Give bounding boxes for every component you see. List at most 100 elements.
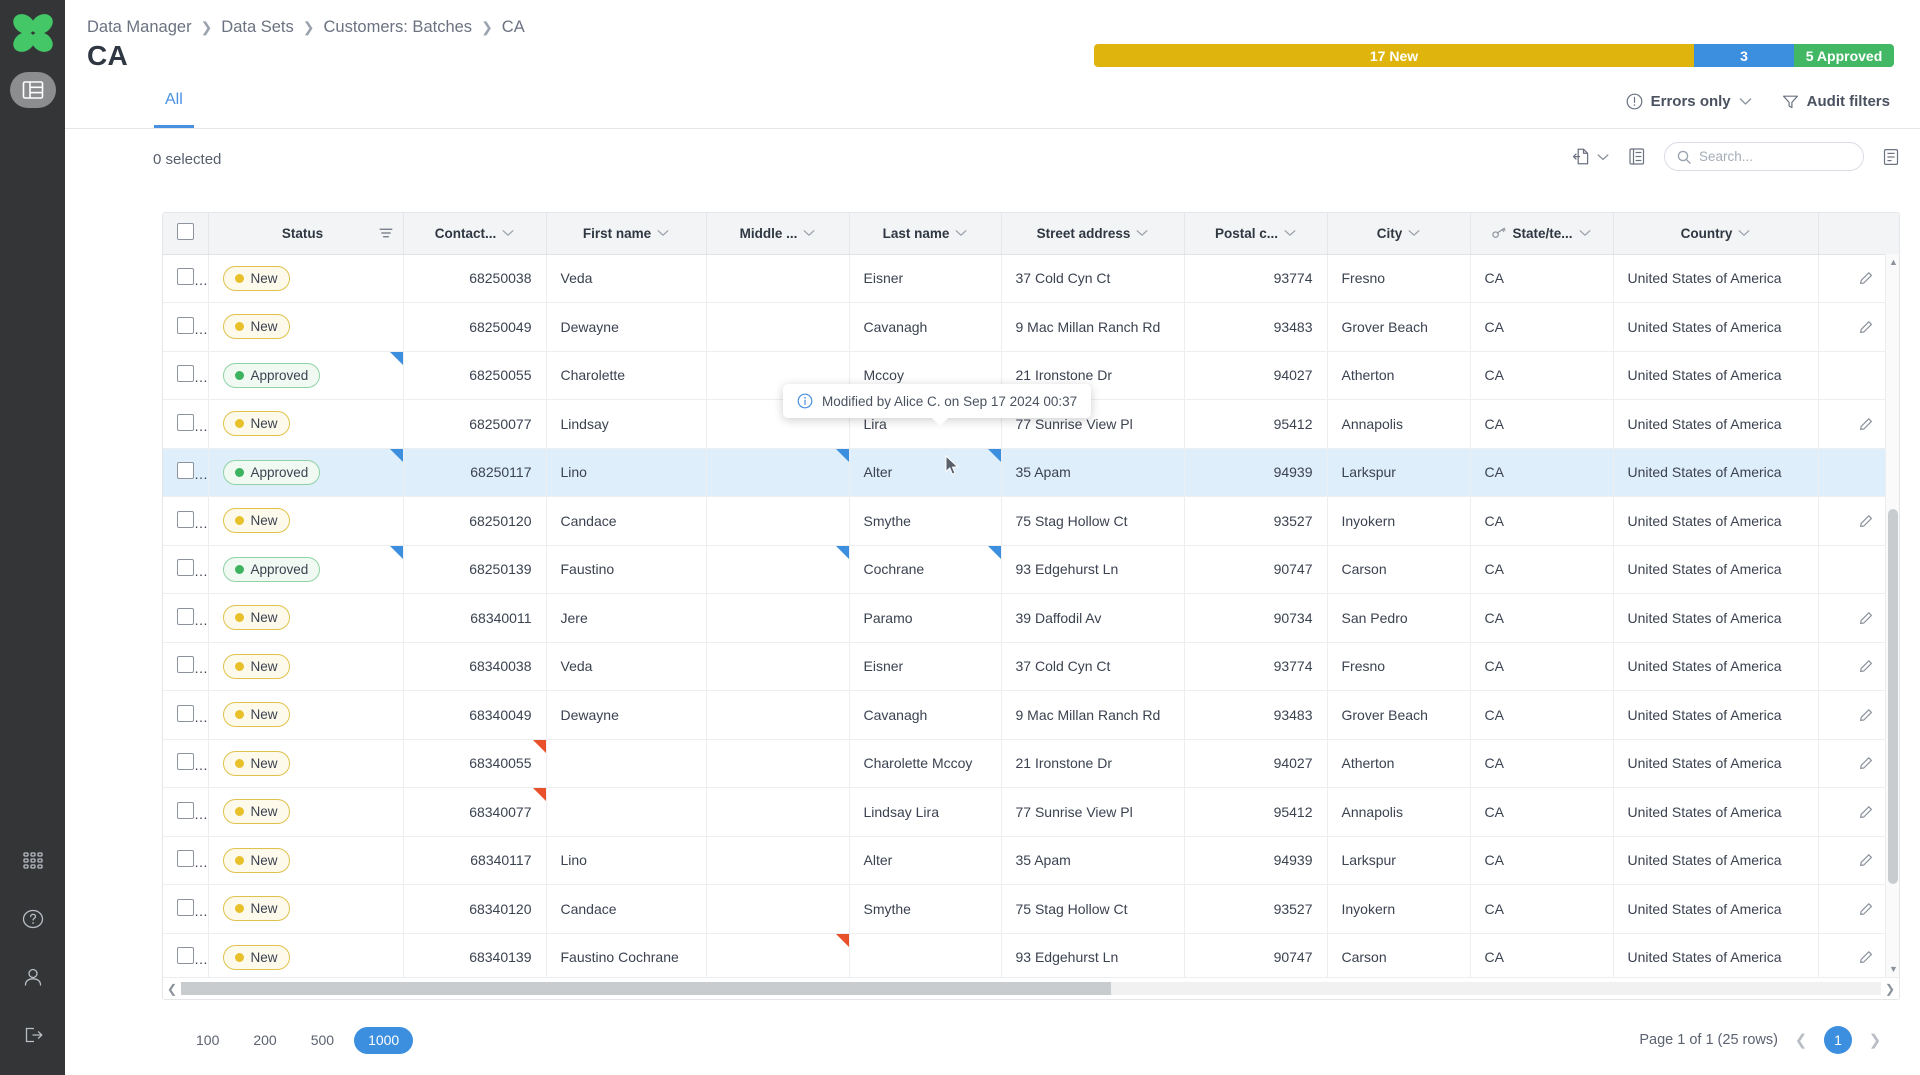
edit-row-button[interactable]: [1858, 852, 1874, 868]
cell-country[interactable]: United States of America: [1613, 545, 1818, 594]
cell-middle_name[interactable]: [706, 448, 849, 497]
cell-state[interactable]: CA: [1470, 885, 1613, 934]
column-header-city[interactable]: City: [1327, 213, 1470, 254]
scroll-right-icon[interactable]: ❯: [1881, 982, 1899, 996]
export-button[interactable]: [1572, 147, 1609, 166]
cell-street[interactable]: 35 Apam: [1001, 836, 1184, 885]
row-checkbox[interactable]: [177, 753, 194, 770]
cell-last_name[interactable]: Charolette Mccoy: [849, 739, 1001, 788]
cell-contact[interactable]: 68340139: [403, 933, 546, 982]
tab-all[interactable]: All: [165, 88, 183, 128]
cell-city[interactable]: Grover Beach: [1327, 691, 1470, 740]
cell-middle_name[interactable]: [706, 739, 849, 788]
row-checkbox[interactable]: [177, 947, 194, 964]
cell-city[interactable]: Carson: [1327, 545, 1470, 594]
search-input[interactable]: [1699, 149, 1844, 164]
cell-street[interactable]: 37 Cold Cyn Ct: [1001, 254, 1184, 303]
cell-contact[interactable]: 68250139: [403, 545, 546, 594]
sidebar-item-apps[interactable]: [10, 843, 56, 879]
row-checkbox-cell[interactable]: [163, 788, 208, 837]
cell-contact[interactable]: 68250120: [403, 497, 546, 546]
cell-first_name[interactable]: Dewayne: [546, 303, 706, 352]
cell-country[interactable]: United States of America: [1613, 788, 1818, 837]
cell-city[interactable]: Larkspur: [1327, 448, 1470, 497]
cell-first_name[interactable]: Candace: [546, 885, 706, 934]
cell-state[interactable]: CA: [1470, 545, 1613, 594]
status-cell[interactable]: New: [208, 400, 403, 449]
cell-middle_name[interactable]: [706, 836, 849, 885]
actions-header[interactable]: [1818, 213, 1900, 254]
cell-last_name[interactable]: Cavanagh: [849, 691, 1001, 740]
column-header-contact[interactable]: Contact...: [403, 213, 546, 254]
cell-first_name[interactable]: Faustino Cochrane: [546, 933, 706, 982]
cell-state[interactable]: CA: [1470, 448, 1613, 497]
cell-city[interactable]: Atherton: [1327, 739, 1470, 788]
table-row[interactable]: New68340139Faustino Cochrane93 Edgehurst…: [163, 933, 1900, 982]
row-checkbox[interactable]: [177, 705, 194, 722]
edit-row-button[interactable]: [1858, 755, 1874, 771]
cell-first_name[interactable]: [546, 739, 706, 788]
cell-country[interactable]: United States of America: [1613, 933, 1818, 982]
column-header-status[interactable]: Status: [208, 213, 403, 254]
row-checkbox[interactable]: [177, 608, 194, 625]
cell-postal[interactable]: 90747: [1184, 933, 1327, 982]
row-checkbox-cell[interactable]: [163, 594, 208, 643]
cell-state[interactable]: CA: [1470, 303, 1613, 352]
table-row[interactable]: New68340120CandaceSmythe75 Stag Hollow C…: [163, 885, 1900, 934]
cell-first_name[interactable]: Veda: [546, 254, 706, 303]
next-page-button[interactable]: ❯: [1868, 1031, 1882, 1049]
search-box[interactable]: [1664, 142, 1864, 171]
cell-postal[interactable]: 90734: [1184, 594, 1327, 643]
cell-postal[interactable]: 94939: [1184, 448, 1327, 497]
page-size-100[interactable]: 100: [182, 1027, 233, 1054]
cell-first_name[interactable]: [546, 788, 706, 837]
cell-street[interactable]: 75 Stag Hollow Ct: [1001, 497, 1184, 546]
row-checkbox[interactable]: [177, 511, 194, 528]
breadcrumb-item-0[interactable]: Data Manager: [87, 18, 192, 37]
cell-state[interactable]: CA: [1470, 642, 1613, 691]
cell-country[interactable]: United States of America: [1613, 303, 1818, 352]
cell-city[interactable]: Fresno: [1327, 642, 1470, 691]
cell-last_name[interactable]: Smythe: [849, 497, 1001, 546]
table-row[interactable]: New68250038VedaEisner37 Cold Cyn Ct93774…: [163, 254, 1900, 303]
sidebar-item-logout[interactable]: [10, 1017, 56, 1053]
cell-middle_name[interactable]: [706, 642, 849, 691]
breadcrumb-item-2[interactable]: Customers: Batches: [324, 18, 473, 37]
cell-postal[interactable]: 95412: [1184, 400, 1327, 449]
cell-last_name[interactable]: Cavanagh: [849, 303, 1001, 352]
table-row[interactable]: New68250049DewayneCavanagh9 Mac Millan R…: [163, 303, 1900, 352]
cell-last_name[interactable]: Eisner: [849, 254, 1001, 303]
breadcrumb-item-3[interactable]: CA: [502, 18, 525, 37]
row-checkbox[interactable]: [177, 365, 194, 382]
select-all-header[interactable]: [163, 213, 208, 254]
row-checkbox-cell[interactable]: [163, 933, 208, 982]
cell-postal[interactable]: 90747: [1184, 545, 1327, 594]
cell-country[interactable]: United States of America: [1613, 497, 1818, 546]
scroll-up-icon[interactable]: ▲: [1889, 257, 1898, 267]
cell-contact[interactable]: 68340049: [403, 691, 546, 740]
cell-first_name[interactable]: Lino: [546, 448, 706, 497]
status-cell[interactable]: Approved: [208, 448, 403, 497]
cell-city[interactable]: Annapolis: [1327, 400, 1470, 449]
cell-city[interactable]: Carson: [1327, 933, 1470, 982]
cell-country[interactable]: United States of America: [1613, 739, 1818, 788]
column-header-first_name[interactable]: First name: [546, 213, 706, 254]
cell-first_name[interactable]: Jere: [546, 594, 706, 643]
vertical-scroll-thumb[interactable]: [1888, 509, 1898, 884]
cell-street[interactable]: 35 Apam: [1001, 448, 1184, 497]
cell-contact[interactable]: 68340117: [403, 836, 546, 885]
row-checkbox[interactable]: [177, 414, 194, 431]
status-cell[interactable]: New: [208, 788, 403, 837]
horizontal-scroll-thumb[interactable]: [181, 982, 1111, 995]
cell-first_name[interactable]: Candace: [546, 497, 706, 546]
cell-state[interactable]: CA: [1470, 594, 1613, 643]
table-row[interactable]: Approved68250117LinoAlter35 Apam94939Lar…: [163, 448, 1900, 497]
sidebar-item-profile[interactable]: [10, 959, 56, 995]
cell-first_name[interactable]: Veda: [546, 642, 706, 691]
cell-first_name[interactable]: Dewayne: [546, 691, 706, 740]
cell-middle_name[interactable]: [706, 933, 849, 982]
status-cell[interactable]: New: [208, 594, 403, 643]
table-row[interactable]: New68340011JereParamo39 Daffodil Av90734…: [163, 594, 1900, 643]
cell-street[interactable]: 93 Edgehurst Ln: [1001, 933, 1184, 982]
column-header-state[interactable]: State/te...: [1470, 213, 1613, 254]
